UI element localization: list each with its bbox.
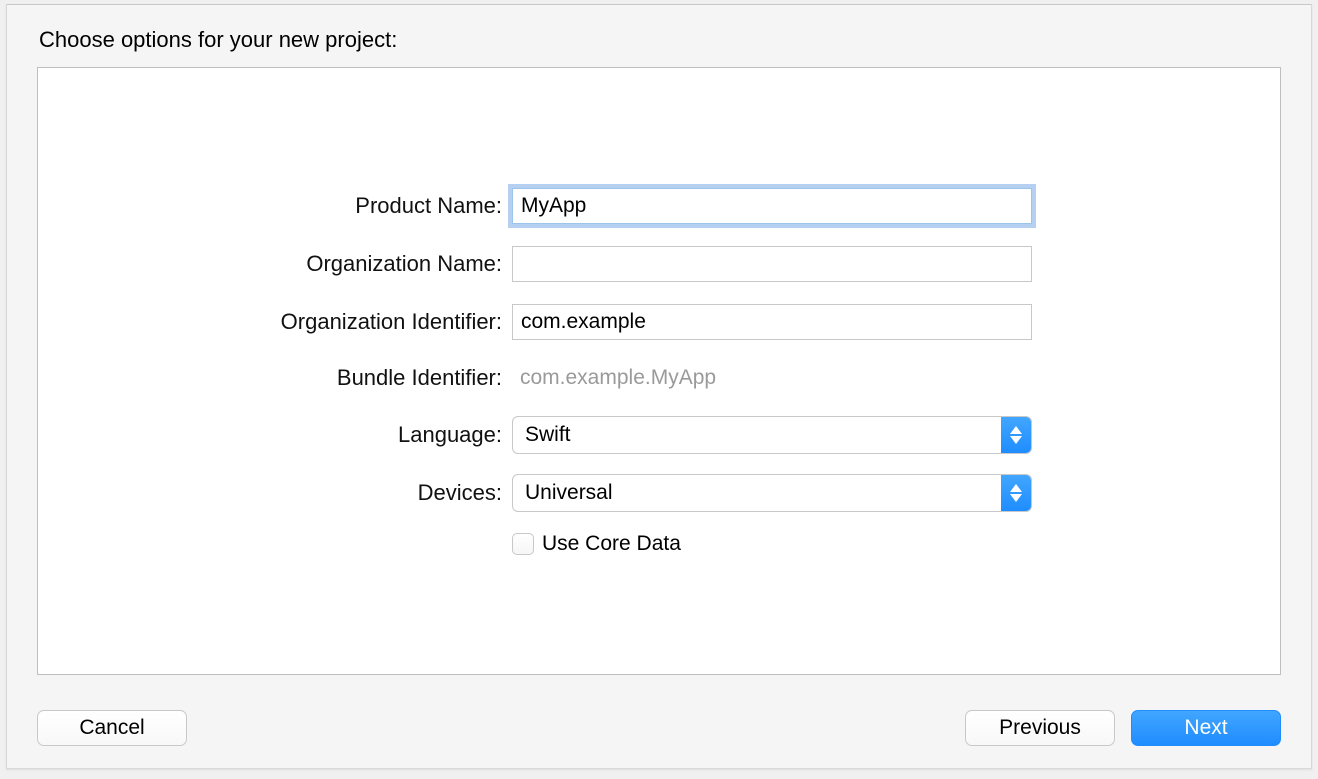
cancel-button[interactable]: Cancel bbox=[37, 710, 187, 746]
updown-icon bbox=[1001, 417, 1031, 453]
options-panel: Product Name: Organization Name: Organiz… bbox=[37, 67, 1281, 675]
dialog-title: Choose options for your new project: bbox=[7, 5, 1311, 67]
organization-name-input[interactable] bbox=[512, 246, 1032, 282]
language-select[interactable]: Swift bbox=[512, 416, 1032, 454]
bundle-identifier-value: com.example.MyApp bbox=[512, 362, 724, 394]
previous-button[interactable]: Previous bbox=[965, 710, 1115, 746]
product-name-label: Product Name: bbox=[38, 193, 512, 219]
organization-identifier-input[interactable] bbox=[512, 304, 1032, 340]
updown-icon bbox=[1001, 475, 1031, 511]
language-label: Language: bbox=[38, 422, 512, 448]
checkbox-icon bbox=[512, 533, 534, 555]
devices-select[interactable]: Universal bbox=[512, 474, 1032, 512]
devices-select-value: Universal bbox=[513, 475, 1001, 511]
use-core-data-label: Use Core Data bbox=[542, 532, 681, 556]
devices-label: Devices: bbox=[38, 480, 512, 506]
organization-name-label: Organization Name: bbox=[38, 251, 512, 277]
organization-identifier-label: Organization Identifier: bbox=[38, 309, 512, 335]
next-button[interactable]: Next bbox=[1131, 710, 1281, 746]
product-name-input[interactable] bbox=[512, 188, 1032, 224]
bundle-identifier-label: Bundle Identifier: bbox=[38, 365, 512, 391]
language-select-value: Swift bbox=[513, 417, 1001, 453]
dialog-footer: Cancel Previous Next bbox=[37, 710, 1281, 746]
new-project-options-dialog: Choose options for your new project: Pro… bbox=[6, 4, 1312, 769]
use-core-data-checkbox[interactable]: Use Core Data bbox=[512, 532, 681, 556]
